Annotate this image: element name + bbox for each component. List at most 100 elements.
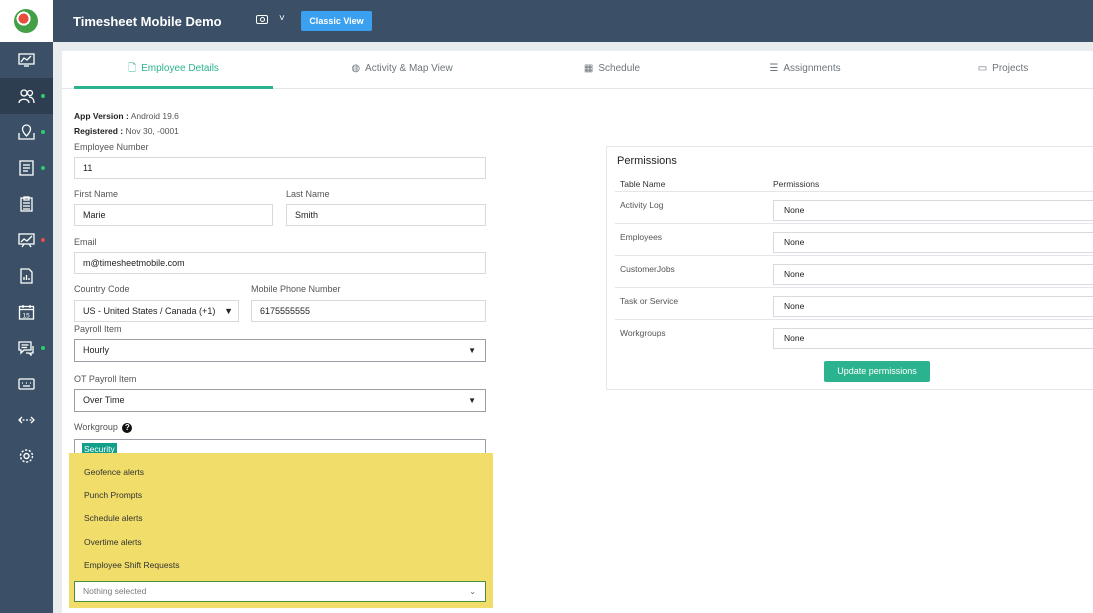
table-row: Workgroups None <box>615 319 1093 351</box>
registered-label: Registered : <box>74 126 124 136</box>
option-punch-prompts[interactable]: Punch Prompts <box>84 490 142 500</box>
keyboard-icon <box>18 378 35 390</box>
employee-card: 🗋 Employee Details ◍ Activity & Map View ▦… <box>62 51 1093 613</box>
option-employee-shift-requests[interactable]: Employee Shift Requests <box>84 560 179 570</box>
registered-value: Nov 30, -0001 <box>125 126 179 136</box>
chevron-down-icon: ⌄ <box>469 587 476 596</box>
chevron-down-icon[interactable]: ˅ <box>279 13 285 24</box>
table-row: Activity Log None <box>615 191 1093 223</box>
calendar-icon: ▦ <box>583 63 594 74</box>
list-icon: ☰ <box>769 63 779 74</box>
last-name-field[interactable]: Smith <box>286 204 486 226</box>
row-table-name: Employees <box>620 232 663 242</box>
sidebar-item-clipboard[interactable] <box>0 186 53 222</box>
money-icon[interactable] <box>256 15 268 24</box>
option-overtime-alerts[interactable]: Overtime alerts <box>84 537 142 547</box>
documents-icon <box>19 160 34 176</box>
last-name-label: Last Name <box>286 189 330 199</box>
workgroup-label-row: Workgroup ? <box>74 422 133 433</box>
registered-line: Registered : Nov 30, -0001 <box>74 126 179 136</box>
tab-label: Activity & Map View <box>365 63 453 74</box>
sidebar-item-documents[interactable] <box>0 150 53 186</box>
sidebar-item-calendar[interactable]: 15 <box>0 294 53 330</box>
employee-number-field[interactable]: 11 <box>74 157 486 179</box>
tab-bar: 🗋 Employee Details ◍ Activity & Map View ▦… <box>62 51 1093 89</box>
row-table-name: CustomerJobs <box>620 264 675 274</box>
employees-icon <box>18 89 35 104</box>
dropdown-arrow-icon: ▼ <box>468 346 476 355</box>
sidebar-item-employees[interactable] <box>0 78 53 114</box>
app-version-value: Android 19.6 <box>130 111 179 121</box>
tab-projects[interactable]: ▭ Projects <box>903 51 1093 89</box>
mobile-phone-field[interactable]: 6175555555 <box>251 300 486 322</box>
workgroup-label: Workgroup <box>74 422 118 432</box>
ot-payroll-item-select[interactable]: Over Time ▼ <box>74 389 486 412</box>
app-version-line: App Version : Android 19.6 <box>74 111 179 121</box>
sidebar-item-reports[interactable] <box>0 258 53 294</box>
sidebar-item-map[interactable] <box>0 114 53 150</box>
calendar-icon: 15 <box>18 305 35 320</box>
tab-employee-details[interactable]: 🗋 Employee Details <box>74 51 273 89</box>
table-row: CustomerJobs None <box>615 255 1093 287</box>
tab-label: Employee Details <box>141 63 219 74</box>
dropdown-arrow-icon: ▼ <box>222 301 233 321</box>
ot-payroll-item-value: Over Time <box>83 395 125 405</box>
option-schedule-alerts[interactable]: Schedule alerts <box>84 513 143 523</box>
transfer-icon <box>18 416 35 424</box>
alerts-select[interactable]: Nothing selected ⌄ <box>74 581 486 602</box>
permission-select[interactable]: None <box>773 296 1093 317</box>
ot-payroll-item-label: OT Payroll Item <box>74 374 137 384</box>
classic-view-button[interactable]: Classic View <box>301 11 372 31</box>
table-row: Task or Service None <box>615 287 1093 319</box>
settings-icon <box>19 449 34 463</box>
tab-assignments[interactable]: ☰ Assignments <box>705 51 905 89</box>
sidebar-item-keyboard[interactable] <box>0 366 53 402</box>
column-header-permissions: Permissions <box>773 179 820 189</box>
app-title: Timesheet Mobile Demo <box>73 14 222 29</box>
dashboard-icon <box>18 53 35 67</box>
column-header-table-name: Table Name <box>620 179 666 189</box>
app-logo[interactable] <box>0 0 53 42</box>
notification-dot <box>41 346 45 350</box>
first-name-label: First Name <box>74 189 119 199</box>
permissions-panel: Permissions Table Name Permissions Activ… <box>606 146 1093 390</box>
permission-select[interactable]: None <box>773 232 1093 253</box>
table-row: Employees None <box>615 223 1093 255</box>
map-icon <box>18 124 35 140</box>
update-permissions-button[interactable]: Update permissions <box>824 361 930 382</box>
sidebar-item-transfer[interactable] <box>0 402 53 438</box>
help-icon[interactable]: ? <box>122 422 133 433</box>
globe-icon: ◍ <box>351 63 361 74</box>
row-table-name: Activity Log <box>620 200 664 210</box>
permission-select[interactable]: None <box>773 264 1093 285</box>
payroll-item-select[interactable]: Hourly ▼ <box>74 339 486 362</box>
app-version-label: App Version : <box>74 111 129 121</box>
tab-schedule[interactable]: ▦ Schedule <box>512 51 712 89</box>
first-name-field[interactable]: Marie <box>74 204 273 226</box>
sidebar-item-messages[interactable] <box>0 330 53 366</box>
option-geofence-alerts[interactable]: Geofence alerts <box>84 467 144 477</box>
payroll-item-value: Hourly <box>83 345 110 355</box>
payroll-item-label: Payroll Item <box>74 324 122 334</box>
calendar-number: 15 <box>23 313 31 320</box>
chart-icon <box>18 233 35 248</box>
email-field[interactable]: m@timesheetmobile.com <box>74 252 486 274</box>
clipboard-icon <box>20 196 33 212</box>
top-header: Timesheet Mobile Demo ˅ Classic View <box>53 0 1093 42</box>
alerts-select-value: Nothing selected <box>83 586 147 596</box>
sidebar-item-dashboard[interactable] <box>0 42 53 78</box>
sidebar-item-settings[interactable] <box>0 438 53 474</box>
tab-activity-map-view[interactable]: ◍ Activity & Map View <box>302 51 502 89</box>
sidebar: 15 <box>0 0 53 613</box>
notification-dot <box>41 238 45 242</box>
tab-label: Schedule <box>598 63 641 74</box>
logo-icon <box>14 9 38 33</box>
notification-dot <box>41 94 45 98</box>
sidebar-item-charts[interactable] <box>0 222 53 258</box>
permission-select[interactable]: None <box>773 328 1093 349</box>
country-code-label: Country Code <box>74 284 130 294</box>
permission-select[interactable]: None <box>773 200 1093 221</box>
tab-label: Projects <box>992 63 1029 74</box>
country-code-select[interactable]: US - United States / Canada (+1) ▼ <box>74 300 239 322</box>
permissions-title: Permissions <box>617 155 677 167</box>
